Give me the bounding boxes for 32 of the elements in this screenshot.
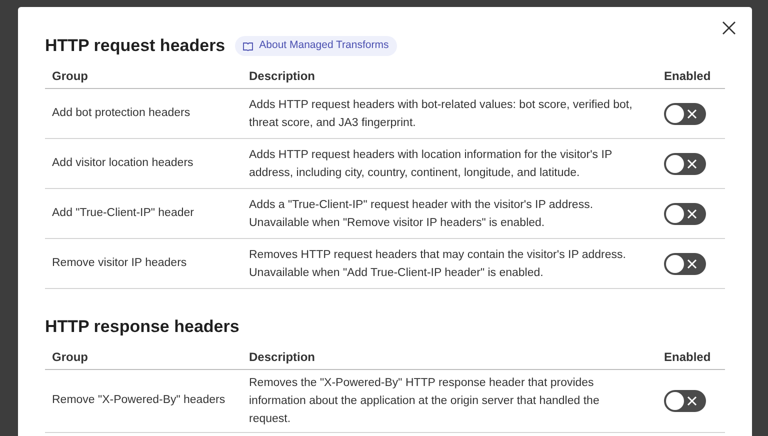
cross-icon	[687, 158, 697, 168]
group-cell-text: Remove "X-Powered-By" headers	[51, 393, 226, 408]
group-cell-text: Add visitor location headers	[51, 156, 194, 171]
description-cell-text: Adds HTTP request headers with location information for the visitor's IP address, including city, country, continent, longitude, and latitude.	[249, 148, 613, 180]
cross-icon	[687, 108, 697, 118]
description-cell-text: Adds HTTP request headers with bot-related values: bot score, verified bot, threat score, and JA3 fingerprint.	[249, 98, 634, 130]
column-header: Enabled	[664, 68, 712, 85]
toggle-switch[interactable]	[664, 252, 706, 274]
cross-icon	[687, 396, 697, 406]
group-cell-text: Add "True-Client-IP" header	[51, 206, 195, 221]
about-link[interactable]: About Managed Transforms	[235, 36, 397, 56]
description-cell-text: Removes the "X-Powered-By" HTTP response header that provides information about the application at the origin server that handled the request.	[249, 376, 600, 427]
group-cell-text: Add bot protection headers	[51, 106, 192, 121]
toggle-switch[interactable]	[664, 152, 706, 174]
column-header: Enabled	[664, 349, 712, 366]
description-cell-text: Adds a "True-Client-IP" request header with the visitor's IP address. Unavailable when "Remove visitor IP headers" is enabled.	[249, 198, 594, 230]
section-title: HTTP response headers	[45, 316, 240, 338]
section-title: HTTP request headers	[45, 35, 226, 58]
column-header: Group	[51, 349, 89, 366]
book-icon	[243, 42, 254, 50]
close-button[interactable]	[722, 20, 738, 36]
description-cell-text: Removes HTTP request headers that may contain the visitor's IP address. Unavailable when "Add True-Client-IP header" is enabled.	[249, 248, 627, 280]
cross-icon	[687, 258, 697, 268]
group-cell-text: Remove visitor IP headers	[51, 256, 188, 271]
toggle-switch[interactable]	[664, 390, 706, 412]
column-header: Description	[249, 349, 316, 366]
toggle-switch[interactable]	[664, 102, 706, 124]
column-header: Group	[51, 68, 89, 85]
close-icon	[722, 21, 736, 35]
cross-icon	[687, 208, 697, 218]
toggle-switch[interactable]	[664, 202, 706, 224]
column-header: Description	[249, 68, 316, 85]
